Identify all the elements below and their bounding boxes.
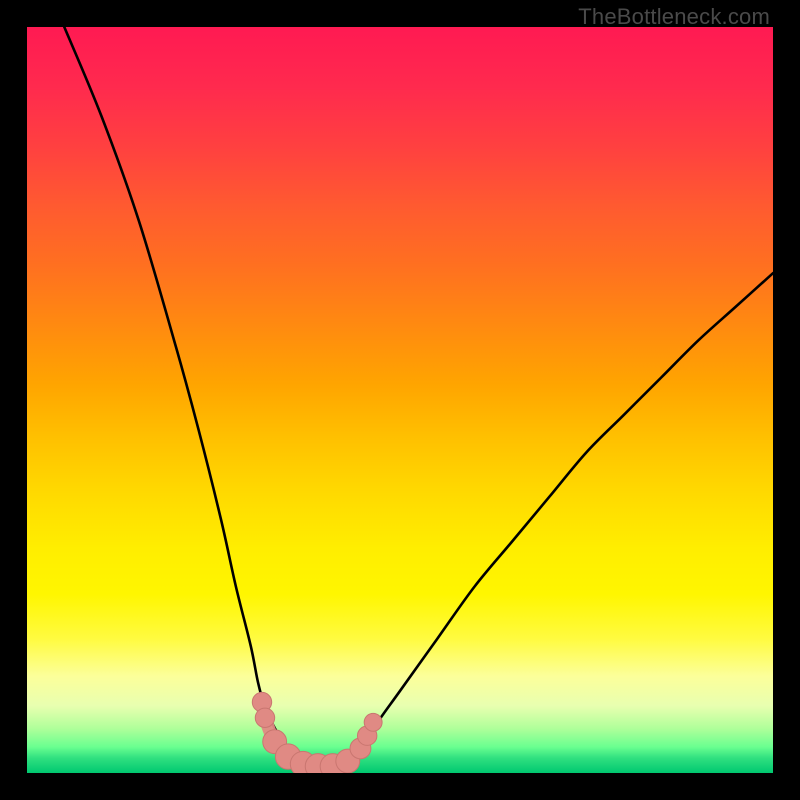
curve-left-curve [64, 27, 318, 768]
marker-dot [255, 708, 274, 727]
chart-svg [27, 27, 773, 773]
marker-dot [364, 713, 382, 731]
curve-right-curve [333, 273, 773, 768]
watermark-text: TheBottleneck.com [578, 4, 770, 30]
chart-frame: TheBottleneck.com [0, 0, 800, 800]
plot-area [27, 27, 773, 773]
